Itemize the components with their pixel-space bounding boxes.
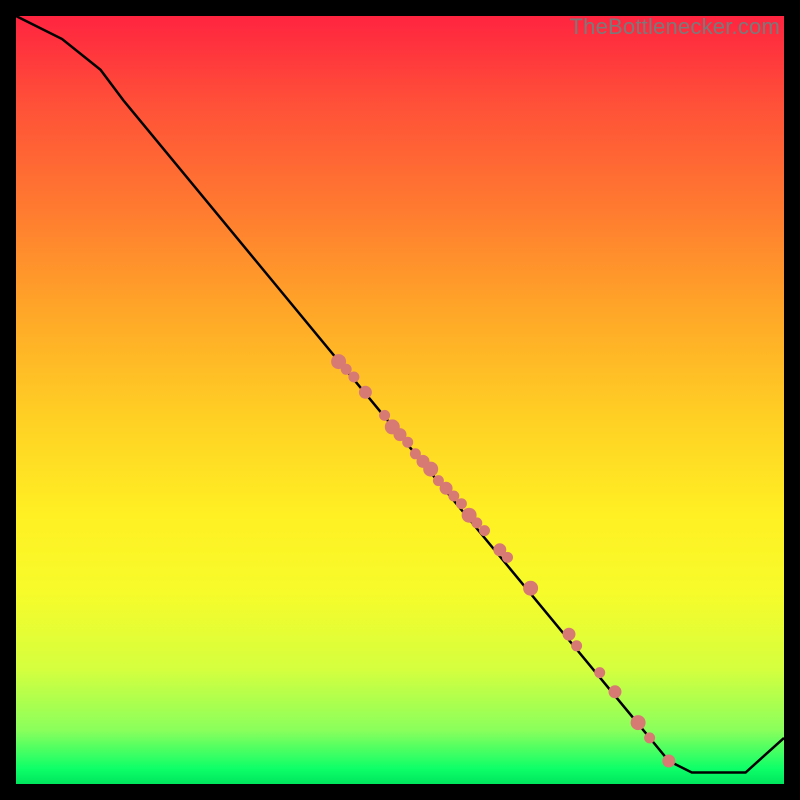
data-point bbox=[480, 526, 490, 536]
data-point bbox=[349, 372, 359, 382]
curve-line bbox=[16, 16, 784, 773]
plot-area: TheBottlenecker.com bbox=[16, 16, 784, 784]
data-point bbox=[595, 668, 605, 678]
data-point bbox=[631, 716, 645, 730]
data-point bbox=[472, 518, 482, 528]
data-point bbox=[609, 686, 621, 698]
data-point bbox=[572, 641, 582, 651]
data-point bbox=[524, 581, 538, 595]
data-point bbox=[359, 386, 371, 398]
data-point bbox=[563, 628, 575, 640]
data-point bbox=[380, 410, 390, 420]
bottleneck-curve bbox=[16, 16, 784, 773]
data-point bbox=[424, 462, 438, 476]
data-point bbox=[456, 499, 466, 509]
chart-svg bbox=[16, 16, 784, 784]
data-point bbox=[403, 437, 413, 447]
chart-container: TheBottlenecker.com bbox=[0, 0, 800, 800]
data-point bbox=[663, 755, 675, 767]
data-point bbox=[503, 552, 513, 562]
data-point bbox=[341, 364, 351, 374]
data-point bbox=[645, 733, 655, 743]
data-point bbox=[449, 491, 459, 501]
